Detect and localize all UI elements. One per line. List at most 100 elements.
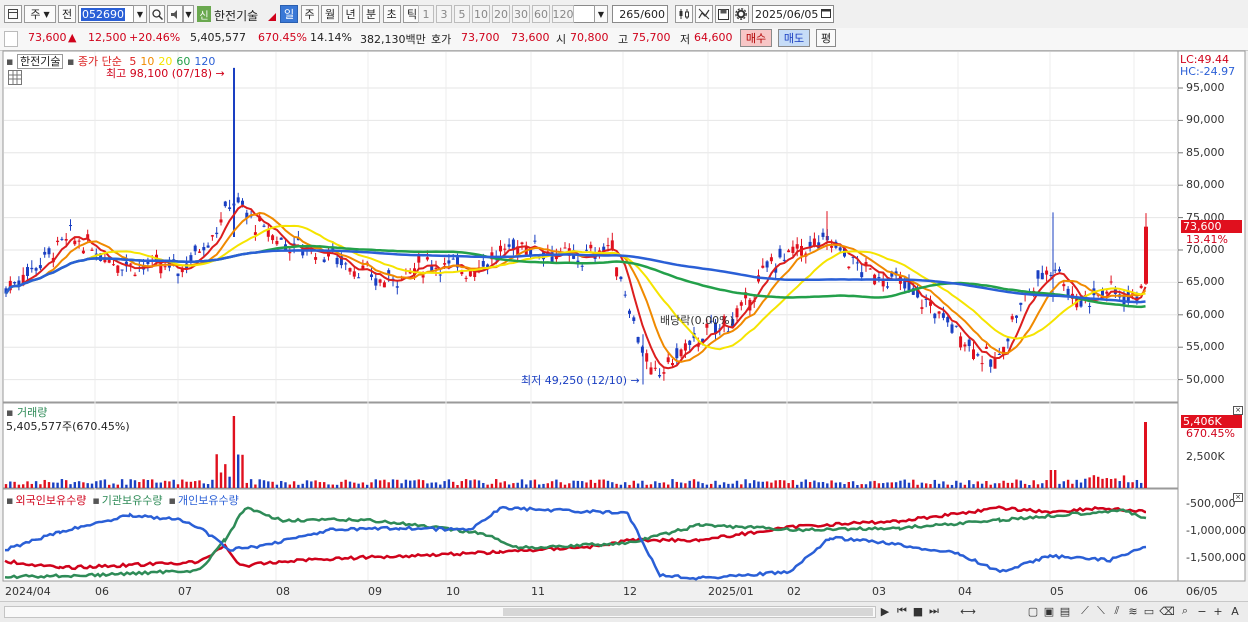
speaker-icon[interactable]: [167, 5, 183, 23]
interval-button[interactable]: 120: [552, 5, 574, 23]
volume-bar: [512, 483, 515, 488]
chart-canvas[interactable]: [0, 50, 1248, 621]
view-select-dropdown-icon[interactable]: ▼: [594, 5, 608, 23]
scrollbar-thumb[interactable]: [503, 608, 873, 616]
candle-body: [81, 250, 85, 254]
speaker-dropdown-icon[interactable]: ▼: [183, 5, 194, 23]
candle-body: [679, 349, 683, 357]
indicator-icon[interactable]: [695, 5, 713, 23]
buy-button[interactable]: 매수: [740, 29, 772, 47]
draw-fib-icon[interactable]: ≋: [1126, 604, 1140, 618]
volume-bar: [146, 480, 150, 488]
search-icon[interactable]: [149, 5, 165, 23]
candle-body: [787, 250, 791, 253]
prev-button[interactable]: 전: [58, 5, 76, 23]
volume-bar: [542, 483, 545, 488]
candle-body: [855, 262, 859, 264]
candle-body: [193, 245, 197, 252]
window-menu-icon[interactable]: [4, 5, 22, 23]
period-tab[interactable]: 월: [321, 5, 339, 23]
erase-icon[interactable]: ⌫: [1159, 604, 1175, 618]
holdings-legend-item[interactable]: 기관보유수량: [102, 494, 163, 507]
chart-scrollbar[interactable]: [4, 606, 876, 618]
interval-button[interactable]: 30: [512, 5, 530, 23]
scroll-bar-row: ▶ ⏮ ■ ⏭ ⟷ ▢ ▣ ▤ ⟋ ⟍ ⫽ ≋ ▭ ⌫ ⌕ − + A: [0, 601, 1248, 622]
volume-bar: [421, 480, 425, 488]
layout-three-icon[interactable]: ▤: [1058, 604, 1072, 618]
rewind-icon[interactable]: ⏮: [895, 604, 909, 618]
x-tick-label: 07: [178, 585, 192, 598]
sell-button[interactable]: 매도: [778, 29, 810, 47]
draw-box-icon[interactable]: ▭: [1142, 604, 1156, 618]
dividend-annotation: 배당락(0.00%): [660, 314, 734, 327]
play-icon[interactable]: ▶: [878, 604, 892, 618]
volume-bar: [189, 481, 193, 488]
interval-button[interactable]: 10: [472, 5, 490, 23]
candle-body: [30, 267, 34, 270]
table-icon[interactable]: [8, 70, 22, 85]
period-tab[interactable]: 년: [341, 5, 360, 23]
volume-bar: [727, 483, 730, 488]
volume-panel-close-icon[interactable]: ×: [1233, 406, 1243, 415]
x-tick-label: 04: [958, 585, 972, 598]
candle-body: [447, 260, 451, 264]
layout-one-icon[interactable]: ▢: [1026, 604, 1040, 618]
volume-bar: [138, 482, 141, 488]
y-tick-label: 85,000: [1186, 145, 1225, 159]
auto-scale-icon[interactable]: A: [1228, 604, 1242, 618]
credit-badge: 신: [197, 6, 211, 22]
candle-body: [69, 225, 72, 227]
interval-button[interactable]: 5: [454, 5, 470, 23]
panel-marker-icon: ▪: [92, 494, 100, 507]
eval-button[interactable]: 평: [816, 29, 836, 47]
candle-body: [438, 274, 442, 276]
market-select[interactable]: 주 ▼: [24, 5, 56, 23]
volume-bar: [985, 480, 988, 488]
candle-body: [821, 232, 825, 237]
zoom-out-icon[interactable]: −: [1196, 604, 1208, 618]
volume-bar: [288, 484, 291, 488]
candle-body: [370, 274, 373, 277]
holdings-legend-item[interactable]: 외국인보유수량: [15, 494, 86, 507]
layout-two-icon[interactable]: ▣: [1042, 604, 1056, 618]
zoom-in-icon[interactable]: +: [1212, 604, 1224, 618]
count-input[interactable]: 265/600: [612, 5, 668, 23]
volume-bar: [662, 482, 666, 488]
period-tab[interactable]: 초: [382, 5, 401, 23]
candle-body: [782, 259, 786, 261]
calendar-icon[interactable]: [821, 8, 832, 21]
candle-icon[interactable]: [675, 5, 693, 23]
interval-button[interactable]: 60: [532, 5, 550, 23]
magnifier-icon[interactable]: ⌕: [1178, 604, 1192, 618]
interval-button[interactable]: 1: [418, 5, 434, 23]
open-price: 70,800: [570, 31, 609, 44]
holdings-panel-close-icon[interactable]: ×: [1233, 493, 1243, 502]
stock-code-dropdown-icon[interactable]: ▼: [133, 5, 147, 23]
stock-code-input[interactable]: 052690: [78, 5, 134, 23]
draw-line-icon[interactable]: ⟋: [1078, 604, 1092, 618]
holdings-legend-item[interactable]: 개인보유수량: [178, 494, 239, 507]
interval-button[interactable]: 20: [492, 5, 510, 23]
period-tab[interactable]: 일: [280, 5, 298, 23]
interval-button[interactable]: 3: [436, 5, 452, 23]
volume-bar: [559, 482, 562, 488]
draw-channel-icon[interactable]: ⫽: [1110, 604, 1124, 618]
stop-icon[interactable]: ■: [911, 604, 925, 618]
save-icon[interactable]: [715, 5, 731, 23]
zoom-range-icon[interactable]: ⟷: [950, 604, 986, 618]
volume-bar: [168, 481, 171, 488]
volume-bar: [937, 483, 941, 488]
date-input[interactable]: 2025/06/05: [752, 5, 834, 23]
period-tab[interactable]: 분: [362, 5, 380, 23]
volume-bar: [722, 482, 726, 488]
volume-bar: [1023, 483, 1027, 488]
candle-body: [671, 363, 674, 366]
fast-forward-icon[interactable]: ⏭: [927, 604, 941, 618]
gear-icon[interactable]: [733, 5, 749, 23]
candle-body: [675, 348, 679, 359]
x-tick-label: 12: [623, 585, 637, 598]
volume-bar: [404, 479, 408, 488]
period-tab[interactable]: 주: [300, 5, 319, 23]
draw-trend-icon[interactable]: ⟍: [1094, 604, 1108, 618]
candle-body: [967, 339, 971, 347]
